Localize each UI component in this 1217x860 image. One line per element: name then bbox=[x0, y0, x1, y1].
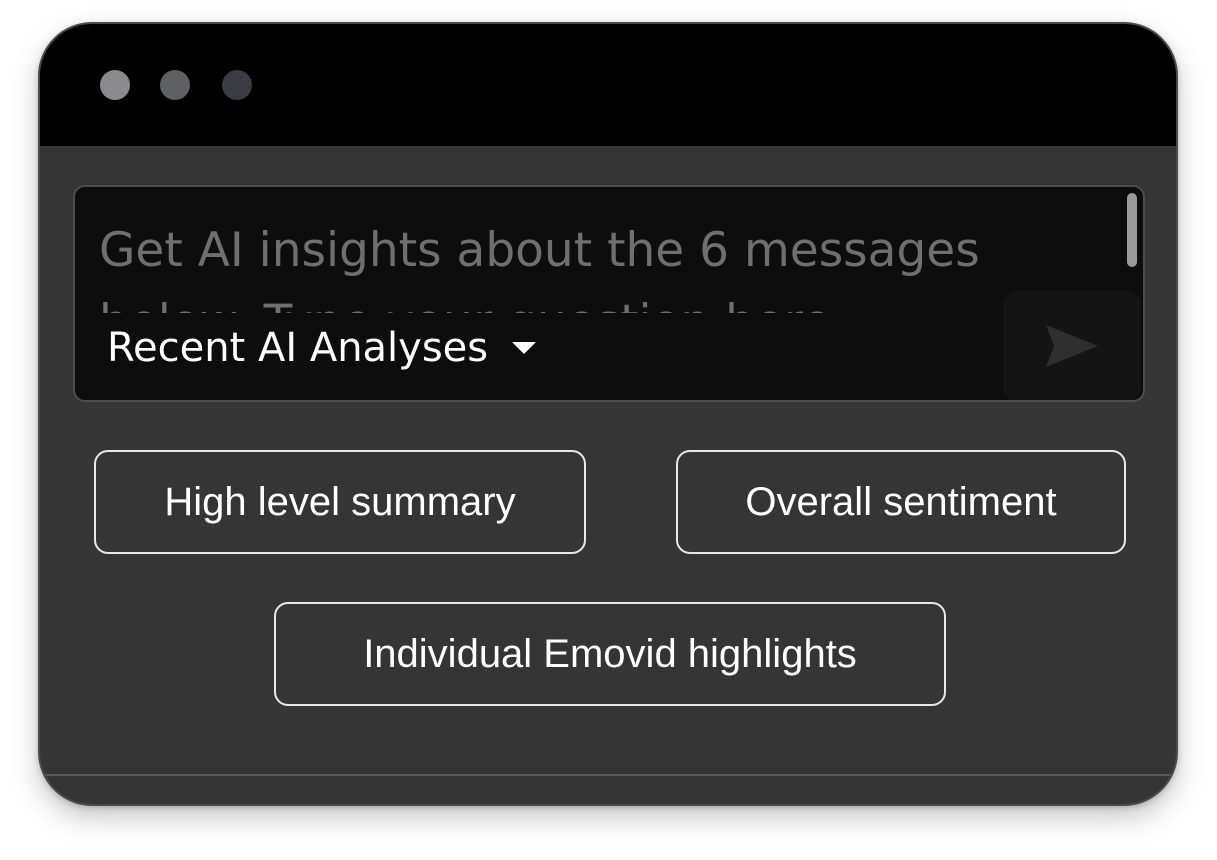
window-minimize-dot[interactable] bbox=[160, 70, 190, 100]
scrollbar-thumb[interactable] bbox=[1127, 193, 1137, 267]
window-close-dot[interactable] bbox=[100, 70, 130, 100]
send-button[interactable] bbox=[1003, 291, 1141, 400]
send-icon bbox=[1046, 325, 1098, 367]
app-window: Get AI insights about the 6 messages bel… bbox=[38, 22, 1178, 806]
recent-ai-analyses-dropdown[interactable]: Recent AI Analyses bbox=[107, 319, 537, 377]
individual-emovid-highlights-button[interactable]: Individual Emovid highlights bbox=[274, 602, 946, 706]
caret-down-icon bbox=[512, 342, 537, 354]
ai-prompt-composer: Get AI insights about the 6 messages bel… bbox=[73, 185, 1145, 402]
bottom-divider bbox=[40, 774, 1176, 776]
recent-ai-analyses-label: Recent AI Analyses bbox=[107, 325, 489, 371]
window-maximize-dot[interactable] bbox=[222, 70, 252, 100]
ai-prompt-input[interactable]: Get AI insights about the 6 messages bel… bbox=[99, 215, 1099, 313]
high-level-summary-button[interactable]: High level summary bbox=[94, 450, 586, 554]
title-bar bbox=[40, 24, 1176, 146]
overall-sentiment-button[interactable]: Overall sentiment bbox=[676, 450, 1126, 554]
